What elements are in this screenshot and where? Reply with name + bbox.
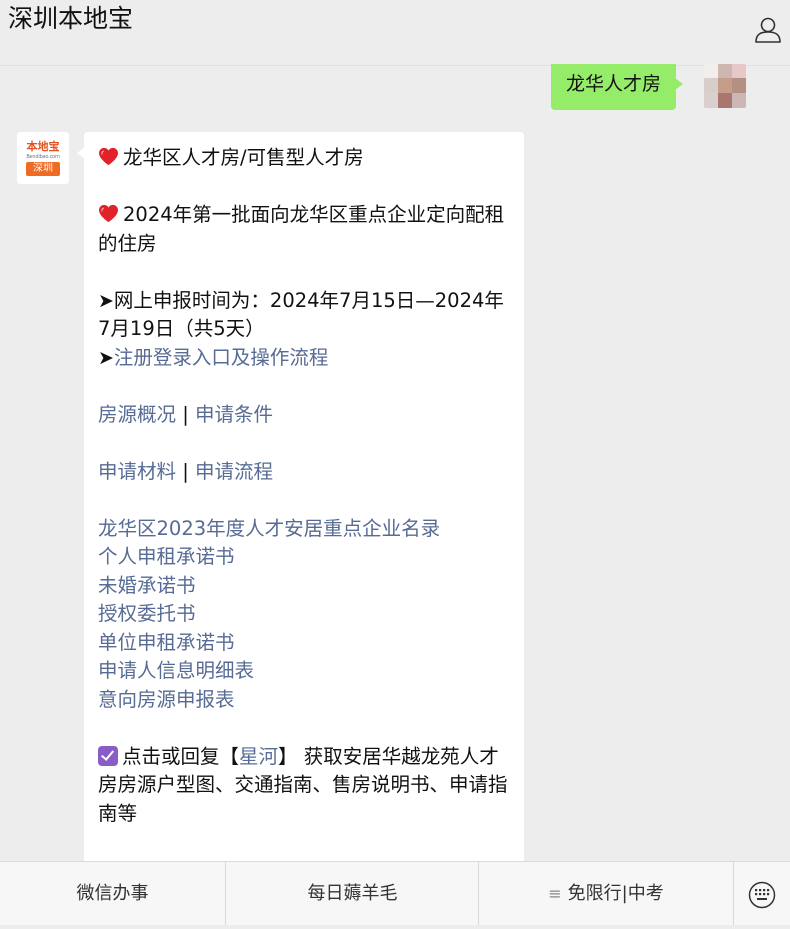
menu-item-wechat-services[interactable]: 微信办事 bbox=[0, 862, 225, 925]
bot-avatar[interactable]: 本地宝 Bendibao.com 深圳 bbox=[17, 132, 69, 184]
keyword-link[interactable]: 星河 bbox=[239, 745, 278, 768]
company-list-link[interactable]: 龙华区2023年度人才安居重点企业名录 bbox=[98, 517, 440, 540]
conditions-link[interactable]: 申请条件 bbox=[195, 403, 273, 426]
bot-logo-text: 本地宝 bbox=[26, 140, 60, 153]
chat-title: 深圳本地宝 bbox=[8, 4, 134, 33]
heart-icon bbox=[99, 147, 118, 166]
message-batch: 2024年第一批面向龙华区重点企业定向配租的住房 bbox=[98, 203, 505, 255]
bot-logo-subtext: Bendibao.com bbox=[26, 154, 60, 160]
keyboard-icon[interactable] bbox=[733, 862, 790, 925]
menu-item-daily-deals[interactable]: 每日薅羊毛 bbox=[225, 862, 479, 925]
separator: | bbox=[182, 402, 189, 426]
bot-message-bubble: 龙华区人才房/可售型人才房 2024年第一批面向龙华区重点企业定向配租的住房 ➤… bbox=[77, 132, 524, 872]
user-message-bubble[interactable]: 龙华人才房 bbox=[551, 64, 684, 110]
message-time: 网上申报时间为：2024年7月15日—2024年7月19日（共5天） bbox=[98, 288, 504, 341]
unmarried-pledge-link[interactable]: 未婚承诺书 bbox=[98, 574, 196, 597]
user-avatar[interactable] bbox=[704, 64, 746, 108]
materials-link[interactable]: 申请材料 bbox=[98, 460, 176, 483]
personal-pledge-link[interactable]: 个人申租承诺书 bbox=[98, 545, 235, 568]
overview-link[interactable]: 房源概况 bbox=[98, 403, 176, 426]
person-icon[interactable] bbox=[752, 14, 784, 46]
separator: | bbox=[182, 459, 189, 483]
arrow-icon: ➤ bbox=[98, 346, 114, 369]
bot-logo-badge: 深圳 bbox=[26, 162, 60, 176]
menu-lines-icon: ≡ bbox=[548, 884, 562, 903]
message-title: 龙华区人才房/可售型人才房 bbox=[123, 146, 364, 169]
menu-item-label: 免限行|中考 bbox=[567, 883, 664, 904]
heart-icon bbox=[99, 204, 118, 223]
menu-item-traffic-exam[interactable]: ≡ 免限行|中考 bbox=[478, 862, 733, 925]
bottom-menu: 微信办事 每日薅羊毛 ≡ 免限行|中考 bbox=[0, 861, 790, 925]
intent-form-link[interactable]: 意向房源申报表 bbox=[98, 688, 235, 711]
process-link[interactable]: 申请流程 bbox=[195, 460, 273, 483]
chat-header: 深圳本地宝 bbox=[0, 0, 790, 66]
arrow-icon: ➤ bbox=[98, 289, 114, 312]
register-link[interactable]: 注册登录入口及操作流程 bbox=[114, 346, 329, 369]
applicant-info-link[interactable]: 申请人信息明细表 bbox=[98, 659, 254, 682]
bot-message-body: 龙华区人才房/可售型人才房 2024年第一批面向龙华区重点企业定向配租的住房 ➤… bbox=[98, 144, 516, 828]
authorization-link[interactable]: 授权委托书 bbox=[98, 602, 196, 625]
check-icon bbox=[98, 745, 118, 766]
unit-pledge-link[interactable]: 单位申租承诺书 bbox=[98, 631, 235, 654]
cta-prefix: 点击或回复【 bbox=[122, 744, 240, 768]
